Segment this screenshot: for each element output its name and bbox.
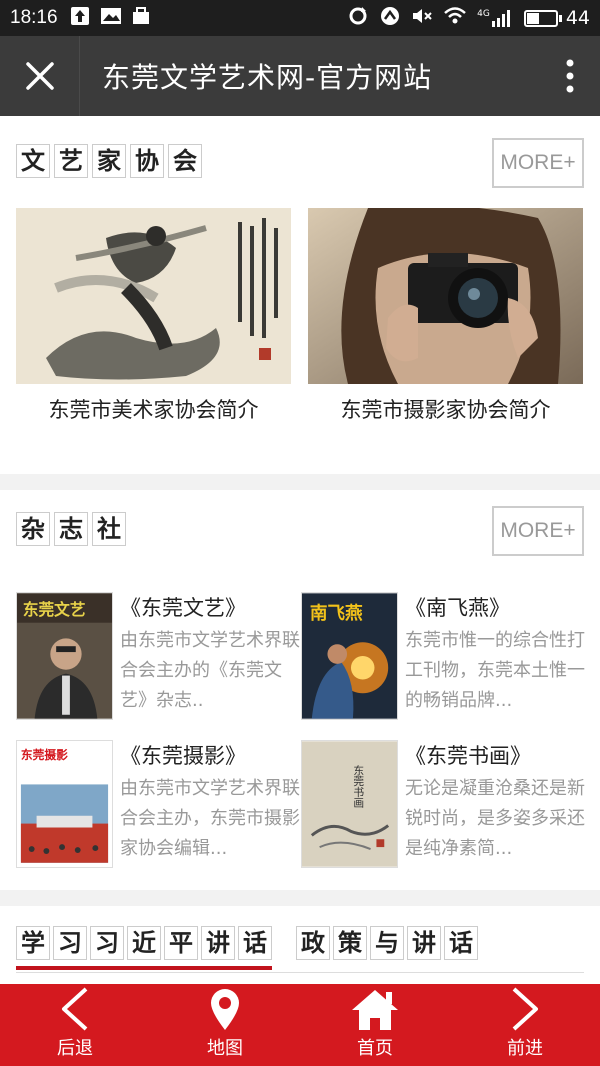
signal-icon: 4G [477, 9, 514, 27]
cover-title: 东莞文艺 [23, 600, 86, 619]
mute-icon [411, 6, 433, 31]
section-title-magazines: 杂 志 社 [16, 512, 126, 546]
status-bar: 18:16 4G 44 [0, 0, 600, 36]
title-char: 志 [54, 512, 88, 546]
magazine-item[interactable]: 东莞摄影 《东莞摄影》 由东莞市文学艺术界联合会主办，东莞市摄影家协会编辑... [16, 740, 301, 872]
cover-title: 南飞燕 [310, 603, 363, 624]
close-button[interactable] [0, 36, 80, 116]
association-caption: 东莞市摄影家协会简介 [340, 398, 551, 422]
title-char: 杂 [16, 512, 50, 546]
association-card[interactable]: 东莞市美术家协会简介 [16, 208, 291, 424]
magazine-description: 无论是凝重沧桑还是新锐时尚，是多姿多采还是纯净素简... [405, 778, 585, 859]
association-caption: 东莞市美术家协会简介 [48, 398, 259, 422]
nav-label: 前进 [507, 1038, 543, 1059]
more-options-button[interactable] [540, 36, 600, 116]
magazine-item[interactable]: 东莞书画 《东莞书画》 无论是凝重沧桑还是新锐时尚，是多姿多采还是纯净素简... [301, 740, 586, 872]
magazine-title: 《东莞摄影》 [120, 744, 246, 768]
more-button-associations[interactable]: MORE+ [492, 138, 584, 188]
home-icon [352, 990, 398, 1030]
magazine-cover-image: 东莞书画 [301, 740, 398, 868]
battery-percent: 44 [565, 7, 590, 29]
association-card[interactable]: 东莞市摄影家协会简介 [308, 204, 583, 424]
title-char: 文 [16, 144, 50, 178]
tab-char: 讲 [201, 926, 235, 960]
map-pin-icon [211, 989, 239, 1030]
tab-char: 策 [333, 926, 367, 960]
tab-char: 学 [16, 926, 50, 960]
section-title-associations: 文 艺 家 协 会 [16, 144, 202, 178]
magazine-title: 《东莞书画》 [405, 744, 531, 768]
tab-xi-speeches[interactable]: 学 习 习 近 平 讲 话 [16, 926, 272, 970]
battery-icon: 44 [523, 7, 590, 29]
nav-map-button[interactable]: 地图 [150, 984, 300, 1066]
tab-char: 习 [90, 926, 124, 960]
title-char: 艺 [54, 144, 88, 178]
magazine-cover-image: 东莞文艺 [16, 592, 113, 720]
page-title: 东莞文学艺术网-官方网站 [102, 61, 433, 94]
content-area: 文 艺 家 协 会 MORE+ 东莞市美术家协会简介 东莞市摄影家协会简介 杂 … [0, 116, 600, 986]
nav-back-button[interactable]: 后退 [0, 984, 150, 1066]
close-icon [25, 62, 54, 90]
tab-char: 讲 [407, 926, 441, 960]
cover-title: 东莞书画 [352, 764, 365, 808]
magazine-item[interactable]: 南飞燕 《南飞燕》 东莞市惟一的综合性打工刊物，东莞本土惟一的畅销品牌... [301, 592, 586, 724]
section-speeches: 学 习 习 近 平 讲 话 政 策 与 讲 话 [0, 906, 600, 986]
more-button-magazines[interactable]: MORE+ [492, 506, 584, 556]
wifi-icon [443, 6, 467, 31]
tab-char: 与 [370, 926, 404, 960]
chevron-right-icon [512, 987, 538, 1031]
tab-char: 近 [127, 926, 161, 960]
nav-forward-button[interactable]: 前进 [450, 984, 600, 1066]
magazine-description: 由东莞市文学艺术界联合会主办，东莞市摄影家协会编辑... [120, 778, 300, 859]
ink-painting-image [16, 208, 291, 384]
bottom-nav: 后退 地图 首页 前进 [0, 984, 600, 1066]
title-char: 社 [92, 512, 126, 546]
tab-char: 平 [164, 926, 198, 960]
section-magazines: 杂 志 社 MORE+ 东莞文艺 《东莞文艺》 由东莞市文学艺术界联合会主办的《… [0, 490, 600, 890]
magazine-cover-image: 东莞摄影 [16, 740, 113, 868]
tab-char: 话 [238, 926, 272, 960]
tab-char: 话 [444, 926, 478, 960]
nav-label: 首页 [357, 1038, 393, 1059]
title-char: 会 [168, 144, 202, 178]
more-vertical-icon [566, 59, 574, 93]
tab-char: 习 [53, 926, 87, 960]
magazine-title: 《南飞燕》 [405, 596, 510, 620]
tab-policy-speeches[interactable]: 政 策 与 讲 话 [296, 926, 478, 970]
chevron-left-icon [62, 987, 88, 1031]
tab-char: 政 [296, 926, 330, 960]
title-bar: 东莞文学艺术网-官方网站 [0, 36, 600, 116]
sync-icon [347, 5, 369, 32]
nav-home-button[interactable]: 首页 [300, 984, 450, 1066]
photographer-image [308, 204, 583, 384]
magazine-description: 东莞市惟一的综合性打工刊物，东莞本土惟一的畅销品牌... [405, 630, 585, 711]
image-icon [100, 6, 122, 31]
location-signal-icon [379, 5, 401, 32]
magazine-title: 《东莞文艺》 [120, 596, 246, 620]
tab-bar: 学 习 习 近 平 讲 话 政 策 与 讲 话 [16, 926, 478, 970]
magazine-description: 由东莞市文学艺术界联合会主办的《东莞文艺》杂志.. [120, 630, 300, 711]
section-associations: 文 艺 家 协 会 MORE+ 东莞市美术家协会简介 东莞市摄影家协会简介 [0, 116, 600, 474]
cover-title: 东莞摄影 [21, 748, 68, 762]
tab-divider [16, 972, 584, 973]
title-char: 家 [92, 144, 126, 178]
briefcase-icon [132, 6, 150, 31]
nav-label: 后退 [57, 1038, 93, 1059]
upload-icon [70, 6, 90, 31]
network-type-label: 4G [477, 9, 490, 19]
title-char: 协 [130, 144, 164, 178]
magazine-cover-image: 南飞燕 [301, 592, 398, 720]
nav-label: 地图 [207, 1038, 243, 1059]
status-time: 18:16 [10, 7, 58, 28]
magazine-item[interactable]: 东莞文艺 《东莞文艺》 由东莞市文学艺术界联合会主办的《东莞文艺》杂志.. [16, 592, 301, 724]
